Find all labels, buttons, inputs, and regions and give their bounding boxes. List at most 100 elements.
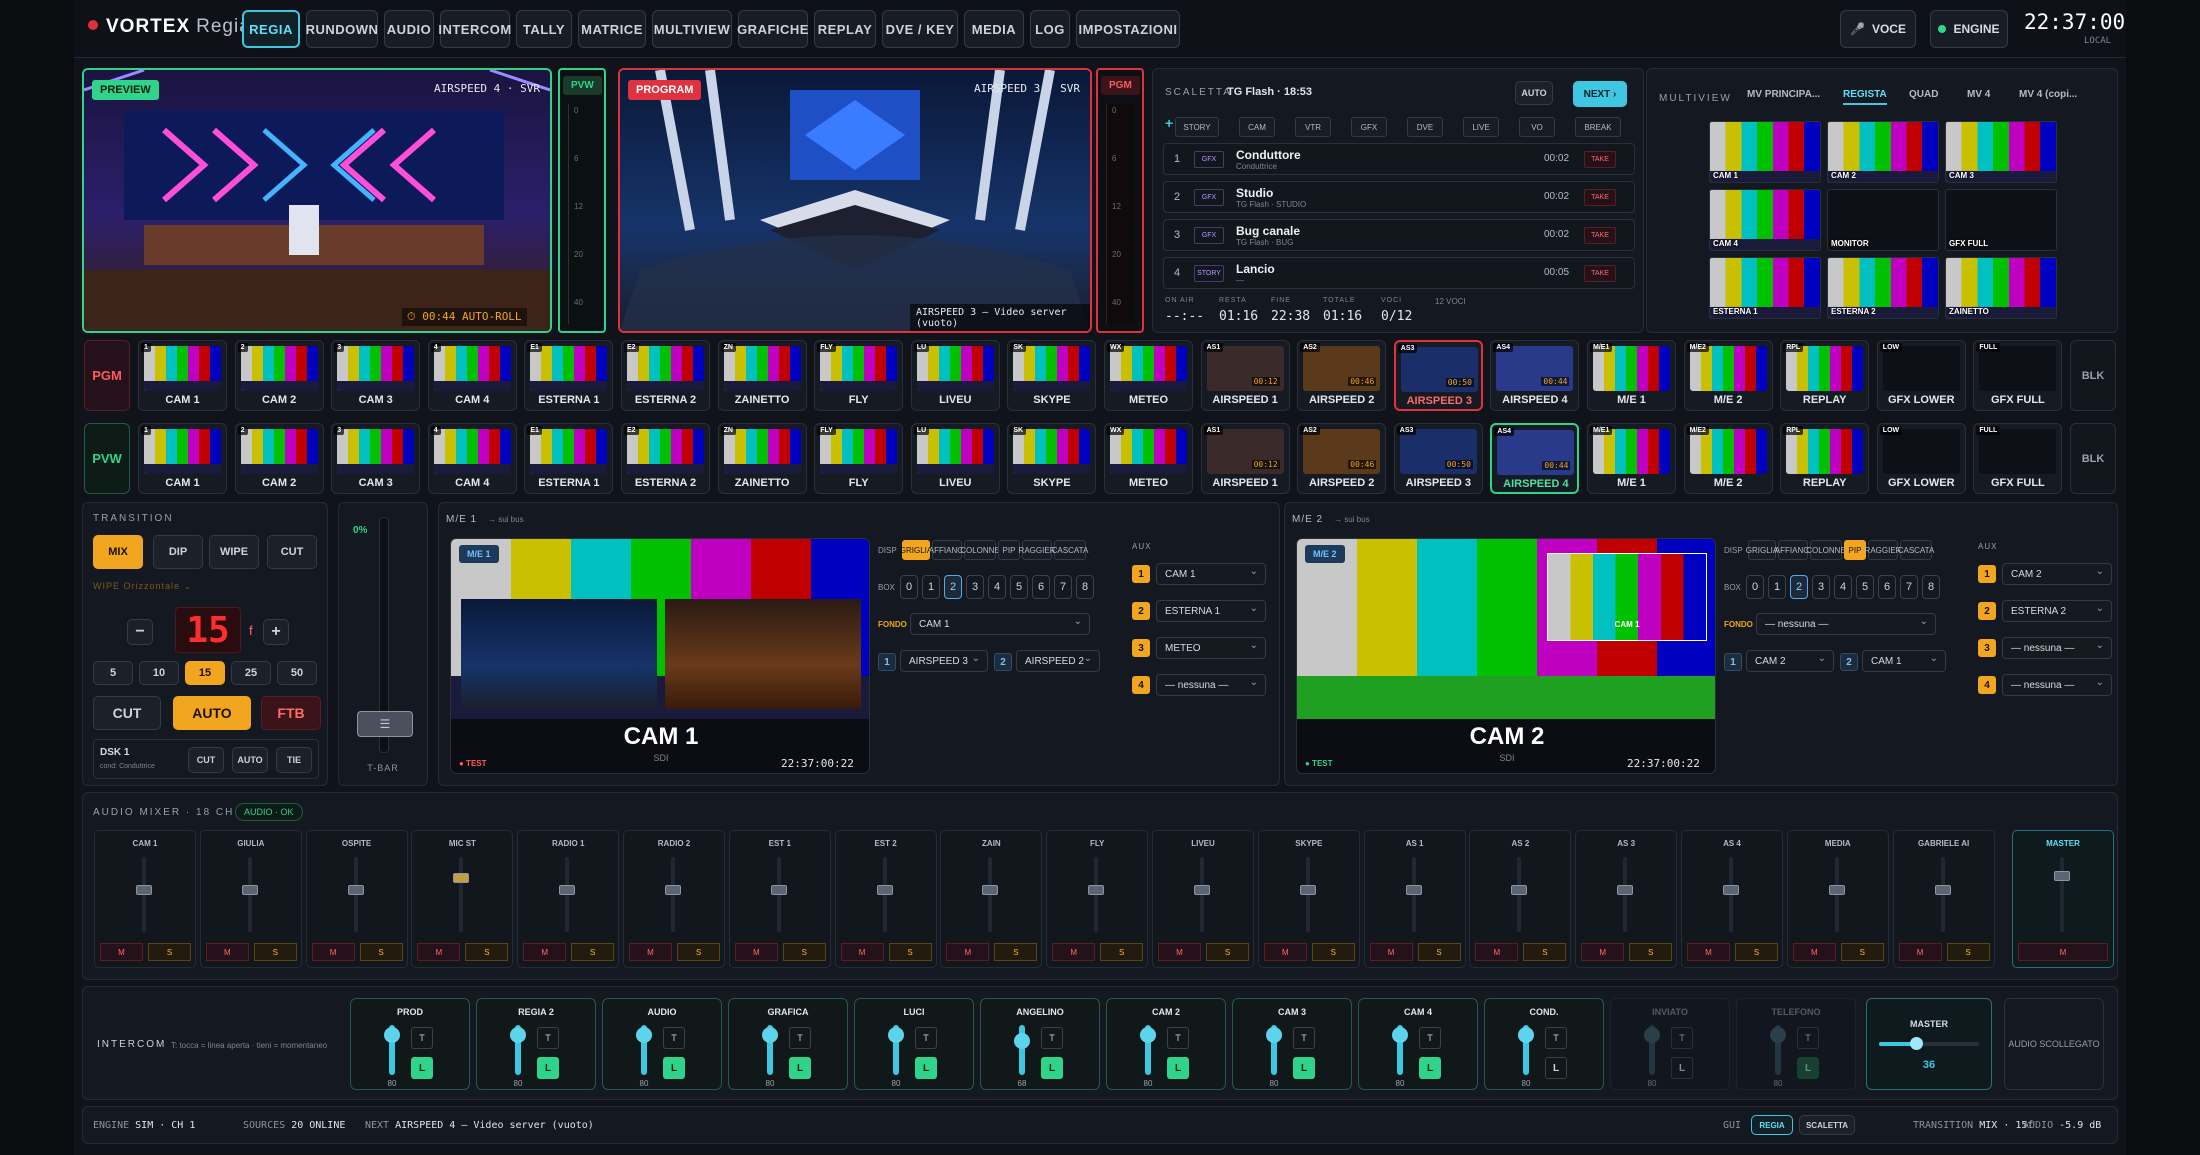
audio-channel-fader[interactable]	[665, 885, 681, 895]
audio-solo-button[interactable]: S	[1100, 943, 1144, 961]
pvw-source-liveu[interactable]: LU LIVEU	[910, 423, 1000, 494]
pvw-source-cam-3[interactable]: 3 CAM 3	[331, 423, 421, 494]
intercom-talk-button[interactable]: T	[1167, 1027, 1189, 1049]
pgm-black-button[interactable]: BLK	[2070, 340, 2116, 411]
multiview-tile[interactable]: GFX FULL	[1945, 189, 2057, 251]
nav-tab-regia[interactable]: REGIA	[242, 10, 300, 48]
audio-channel-fader[interactable]	[982, 885, 999, 895]
gui-scaletta-button[interactable]: SCALETTA	[1799, 1115, 1855, 1135]
multiview-tile[interactable]: CAM 4	[1709, 189, 1821, 251]
voice-button[interactable]: 🎤 VOCE	[1840, 10, 1916, 48]
filter-chip-vtr[interactable]: VTR	[1295, 117, 1331, 137]
intercom-listen-button[interactable]: L	[663, 1057, 685, 1079]
gui-regia-button[interactable]: REGIA	[1751, 1115, 1793, 1135]
multiview-tile[interactable]: MONITOR	[1827, 189, 1939, 251]
multiview-tile[interactable]: ESTERNA 1	[1709, 257, 1821, 319]
audio-solo-button[interactable]: S	[359, 943, 403, 961]
audio-solo-button[interactable]: S	[994, 943, 1038, 961]
audio-solo-button[interactable]: S	[1735, 943, 1778, 961]
dsk-cut-button[interactable]: CUT	[188, 747, 224, 773]
pvw-source-esterna-1[interactable]: E1 ESTERNA 1	[524, 423, 614, 494]
program-monitor[interactable]: PROGRAM AIRSPEED 3 · SVR AIRSPEED 3 — Vi…	[618, 68, 1092, 333]
rundown-row[interactable]: 1 GFX Conduttore Conduttrice 00:02 TAKE	[1163, 143, 1635, 175]
multiview-tile[interactable]: CAM 2	[1827, 121, 1939, 183]
audio-solo-button[interactable]: S	[782, 943, 826, 961]
audio-channel-fader[interactable]	[1405, 885, 1422, 895]
nav-tab-replay[interactable]: REPLAY	[814, 10, 876, 48]
me1-box-count[interactable]: 5	[1010, 575, 1028, 599]
pgm-source-cam-3[interactable]: 3 CAM 3	[331, 340, 421, 411]
rate-preset-button[interactable]: 10	[139, 661, 179, 685]
audio-solo-button[interactable]: S	[1417, 943, 1461, 961]
filter-chip-break[interactable]: BREAK	[1575, 117, 1621, 137]
pvw-source-airspeed-2[interactable]: AS2 00:46 AIRSPEED 2	[1297, 423, 1387, 494]
dsk-tie-button[interactable]: TIE	[276, 747, 312, 773]
me1-box-count[interactable]: 2	[944, 575, 962, 599]
me2-box2-select[interactable]: CAM 1	[1862, 650, 1946, 672]
pvw-source-zainetto[interactable]: ZN ZAINETTO	[717, 423, 807, 494]
intercom-station[interactable]: PROD T L 80	[350, 998, 470, 1090]
take-button[interactable]: TAKE	[1584, 189, 1616, 206]
nav-tab-tally[interactable]: TALLY	[516, 10, 572, 48]
me2-box-count[interactable]: 8	[1922, 575, 1940, 599]
intercom-master[interactable]: MASTER 36	[1866, 998, 1992, 1090]
pvw-source-gfx-lower[interactable]: LOW GFX LOWER	[1876, 423, 1966, 494]
audio-solo-button[interactable]: S	[677, 943, 720, 961]
me2-box-count[interactable]: 5	[1856, 575, 1874, 599]
rate-increment-button[interactable]: +	[263, 619, 289, 645]
audio-channel-fader[interactable]	[770, 885, 787, 895]
nav-tab-intercom[interactable]: INTERCOM	[438, 10, 511, 48]
me2-layout-griglia[interactable]: GRIGLIA	[1746, 540, 1778, 560]
multiview-tab[interactable]: QUAD	[1909, 89, 1938, 100]
audio-channel-fader[interactable]	[1723, 885, 1739, 895]
me2-box-count[interactable]: 6	[1878, 575, 1896, 599]
audio-solo-button[interactable]: S	[1946, 943, 1990, 961]
audio-channel-fader[interactable]	[136, 885, 152, 895]
audio-master-mute-button[interactable]: M	[2018, 943, 2108, 961]
nav-tab-log[interactable]: LOG	[1030, 10, 1070, 48]
nav-tab-dve-key[interactable]: DVE / KEY	[882, 10, 958, 48]
pvw-source-m-e-2[interactable]: M/E2 M/E 2	[1683, 423, 1773, 494]
intercom-talk-button[interactable]: T	[1797, 1027, 1819, 1049]
intercom-listen-button[interactable]: L	[915, 1057, 937, 1079]
pgm-source-meteo[interactable]: WX METEO	[1104, 340, 1193, 411]
pgm-source-m-e-2[interactable]: M/E2 M/E 2	[1683, 340, 1773, 411]
intercom-station-knob[interactable]	[384, 1027, 400, 1043]
intercom-listen-button[interactable]: L	[1041, 1057, 1063, 1079]
intercom-talk-button[interactable]: T	[411, 1027, 433, 1049]
ftb-button[interactable]: FTB	[261, 696, 321, 730]
me1-layout-pip[interactable]: PIP	[998, 540, 1020, 560]
intercom-station[interactable]: REGIA 2 T L 80	[476, 998, 596, 1090]
preview-monitor[interactable]: PREVIEW AIRSPEED 4 · SVR ⏱ 00:44 AUTO-RO…	[82, 68, 552, 333]
intercom-station[interactable]: GRAFICA T L 80	[728, 998, 848, 1090]
me2-aux-select[interactable]: — nessuna —	[2002, 674, 2112, 696]
intercom-station-knob[interactable]	[1140, 1027, 1156, 1043]
me1-fondo-select[interactable]: CAM 1	[910, 613, 1090, 635]
pvw-source-cam-4[interactable]: 4 CAM 4	[427, 423, 517, 494]
me1-box-count[interactable]: 8	[1076, 575, 1094, 599]
intercom-station-knob[interactable]	[1644, 1027, 1660, 1043]
auto-button[interactable]: AUTO	[173, 696, 251, 730]
filter-chip-story[interactable]: STORY	[1175, 117, 1219, 137]
me1-aux-select[interactable]: METEO	[1156, 637, 1266, 659]
me2-aux-select[interactable]: ESTERNA 2	[2002, 600, 2112, 622]
audio-master-fader[interactable]	[2054, 871, 2070, 881]
me2-box-count[interactable]: 2	[1790, 575, 1808, 599]
me2-layout-pip[interactable]: PIP	[1844, 540, 1866, 560]
intercom-listen-button[interactable]: L	[537, 1057, 559, 1079]
audio-mute-button[interactable]: M	[205, 943, 249, 961]
intercom-station[interactable]: CAM 2 T L 80	[1106, 998, 1226, 1090]
audio-mute-button[interactable]: M	[1792, 943, 1836, 961]
audio-solo-button[interactable]: S	[1840, 943, 1884, 961]
pvw-source-replay[interactable]: RPL REPLAY	[1780, 423, 1870, 494]
nav-tab-audio[interactable]: AUDIO	[384, 10, 434, 48]
filter-chip-vo[interactable]: VO	[1519, 117, 1555, 137]
me2-box-count[interactable]: 4	[1834, 575, 1852, 599]
intercom-talk-button[interactable]: T	[1671, 1027, 1693, 1049]
intercom-station-knob[interactable]	[510, 1027, 526, 1043]
multiview-tile[interactable]: ESTERNA 2	[1827, 257, 1939, 319]
audio-mute-button[interactable]: M	[1158, 943, 1201, 961]
intercom-talk-button[interactable]: T	[663, 1027, 685, 1049]
pvw-source-meteo[interactable]: WX METEO	[1104, 423, 1193, 494]
take-button[interactable]: TAKE	[1584, 227, 1616, 244]
